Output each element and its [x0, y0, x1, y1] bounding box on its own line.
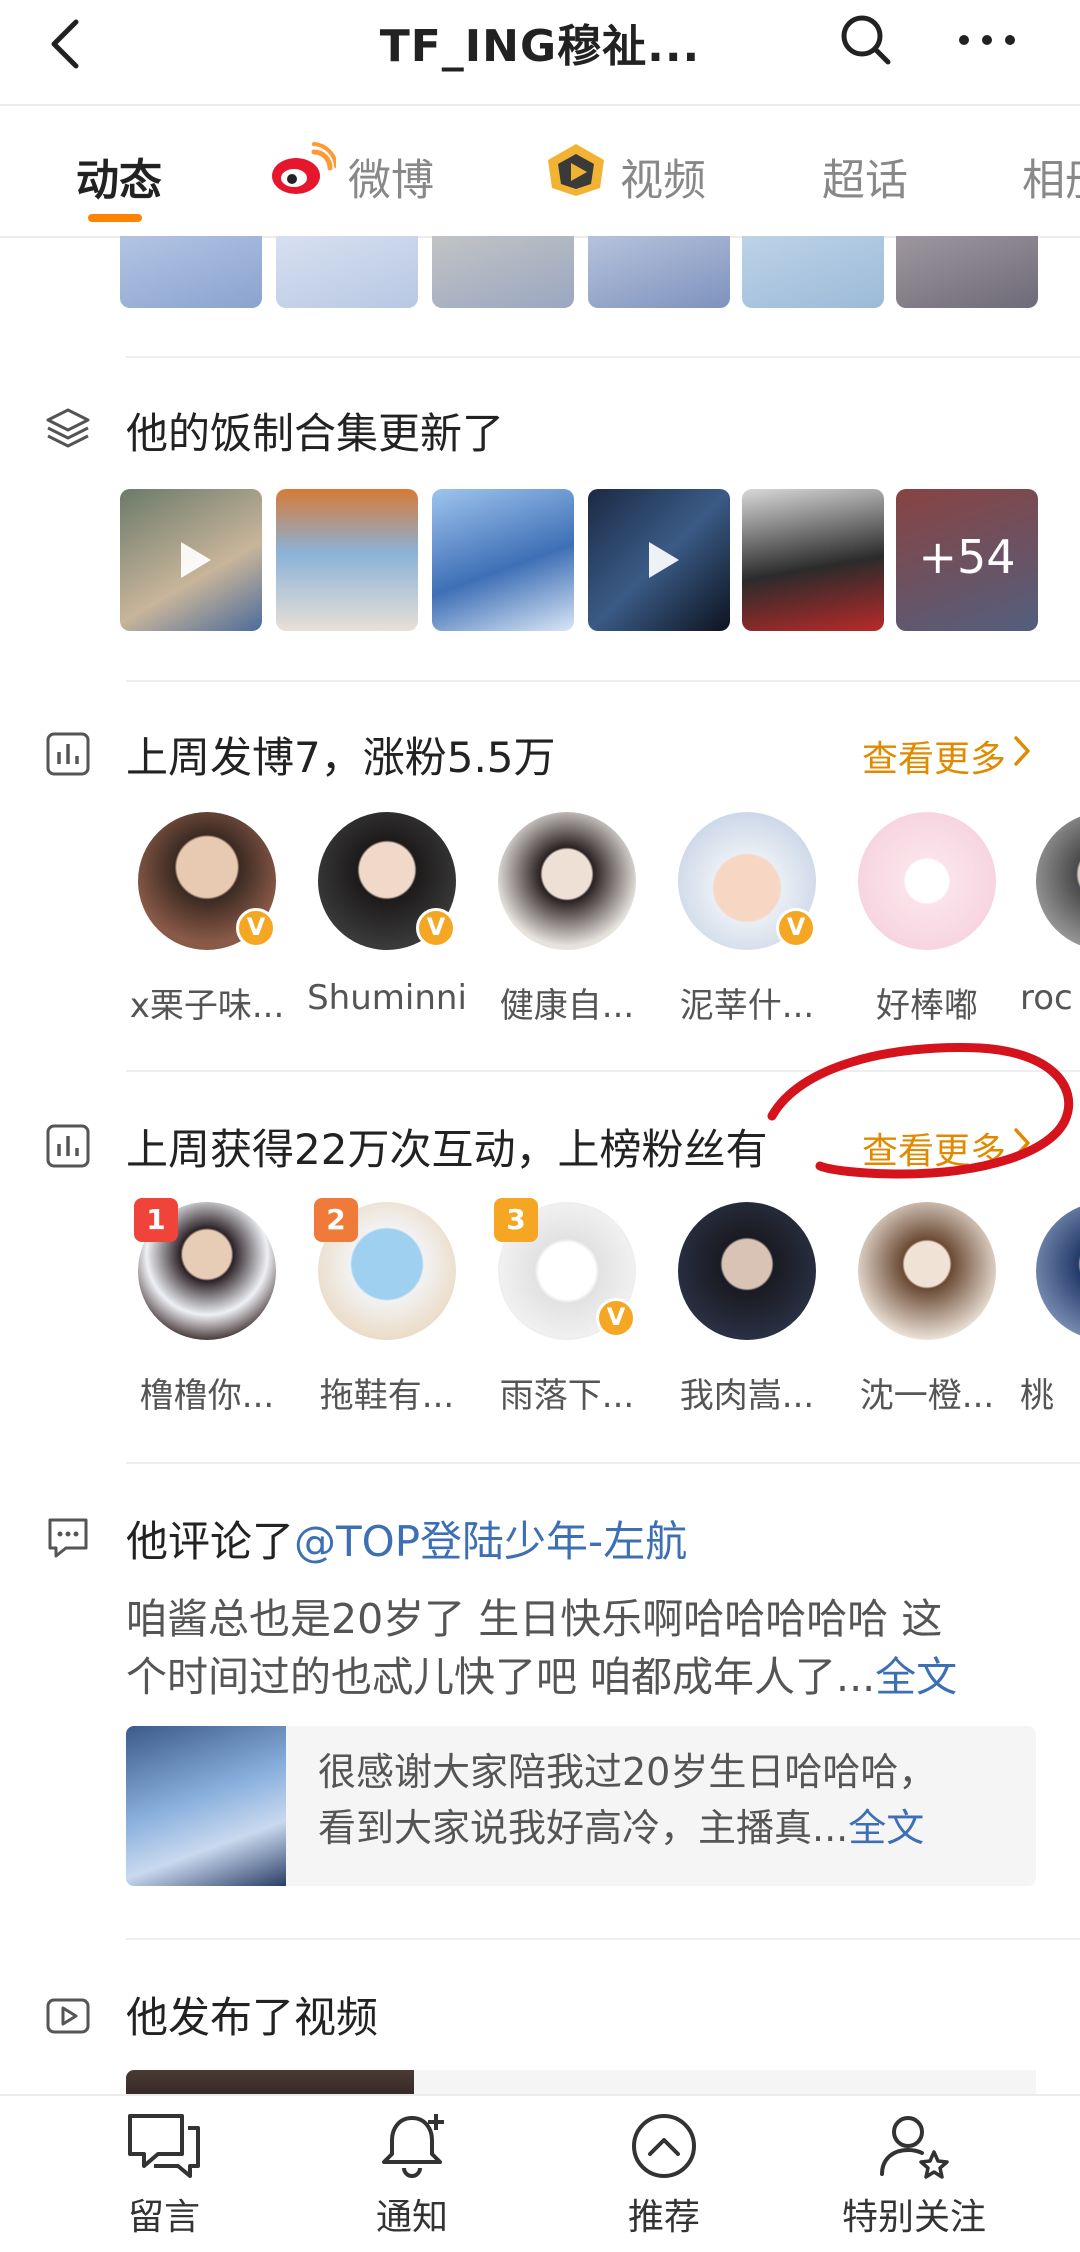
active-tab-indicator: [88, 214, 142, 222]
mention-link[interactable]: @TOP登陆少年-左航: [294, 1517, 687, 1566]
comment-line-2: 个时间过的也忒儿快了吧 咱都成年人了...: [126, 1653, 876, 1701]
tab-album[interactable]: 相册: [1022, 146, 1080, 208]
photo-thumbnail[interactable]: [588, 236, 730, 308]
more-count: +54: [918, 530, 1016, 584]
photo-thumbnail-more[interactable]: +54: [896, 489, 1038, 631]
profile-tabs: 动态 微博 视频 超话 相册: [0, 106, 1080, 236]
tab-weibo[interactable]: 微博: [348, 146, 434, 208]
video-icon: [44, 1992, 92, 2040]
more-options-icon[interactable]: [952, 10, 1022, 70]
verified-badge: V: [596, 1298, 636, 1338]
rank-badge: 3: [494, 1198, 538, 1242]
nav-message-board[interactable]: 留言: [64, 2110, 264, 2250]
tab-dynamics[interactable]: 动态: [76, 146, 162, 208]
photo-thumbnail[interactable]: [276, 236, 418, 308]
bell-plus-icon: [382, 2114, 444, 2178]
avatar[interactable]: [678, 1202, 816, 1340]
photo-thumbnail[interactable]: [896, 236, 1038, 308]
quote-full-text-link[interactable]: 全文: [848, 1806, 924, 1850]
nav-notifications[interactable]: 通知: [312, 2110, 512, 2250]
chevron-right-icon: [1012, 734, 1034, 768]
see-more-link[interactable]: 查看更多: [862, 730, 1006, 782]
user-name[interactable]: 拖鞋有...: [302, 1368, 472, 1417]
rank-badge: 1: [134, 1198, 178, 1242]
bar-chart-icon: [44, 1122, 92, 1170]
nav-label: 推荐: [627, 2197, 700, 2238]
avatar[interactable]: [858, 812, 996, 950]
video-thumbnail[interactable]: [588, 489, 730, 631]
play-icon: [649, 542, 679, 578]
quoted-post-text: 很感谢大家陪我过20岁生日哈哈哈， 看到大家说我好高冷，主播真...全文: [318, 1744, 1018, 1856]
user-name[interactable]: 橹橹你...: [122, 1368, 292, 1417]
user-name[interactable]: 雨落下...: [482, 1368, 652, 1417]
video-logo-icon: [544, 142, 608, 198]
photo-thumbnail[interactable]: [432, 489, 574, 631]
quoted-post-card[interactable]: 很感谢大家陪我过20岁生日哈哈哈， 看到大家说我好高冷，主播真...全文: [126, 1726, 1036, 1886]
comment-line-1: 咱酱总也是20岁了 生日快乐啊哈哈哈哈哈 这: [126, 1595, 943, 1643]
user-star-icon: [880, 2116, 949, 2179]
section-title: 上周获得22万次互动，上榜粉丝有: [126, 1125, 768, 1174]
user-name[interactable]: 我肉嵩...: [662, 1368, 832, 1417]
bottom-nav: 留言 通知 推荐 特别关注: [0, 2094, 1080, 2252]
video-thumbnail[interactable]: [120, 489, 262, 631]
user-name[interactable]: roc: [1020, 978, 1080, 1018]
quote-line-2: 看到大家说我好高冷，主播真...: [318, 1806, 849, 1850]
avatar[interactable]: [1036, 812, 1080, 950]
layers-icon: [44, 404, 92, 452]
section-title: 他评论了@TOP登陆少年-左航: [126, 1508, 687, 1569]
user-name[interactable]: 沈一橙...: [842, 1368, 1012, 1417]
section-title: 他发布了视频: [126, 1993, 379, 2042]
bar-chart-icon: [44, 730, 92, 778]
nav-label: 通知: [375, 2197, 448, 2238]
weibo-logo-icon: [270, 142, 338, 198]
avatar[interactable]: [498, 812, 636, 950]
photo-thumbnail[interactable]: [432, 236, 574, 308]
quoted-post-thumbnail: [126, 1726, 286, 1886]
section-title: 他的饭制合集更新了: [126, 409, 505, 458]
comment-title-prefix: 他评论了: [126, 1517, 295, 1566]
user-name[interactable]: Shuminni: [302, 978, 472, 1018]
feed-content: 他的饭制合集更新了 +54 上周发博7，涨粉5.5万 查看更多 V x栗子味..…: [0, 236, 1080, 2094]
nav-label: 留言: [127, 2197, 200, 2238]
photo-thumbnail[interactable]: [120, 236, 262, 308]
tab-video[interactable]: 视频: [620, 146, 706, 208]
photo-thumbnail[interactable]: [276, 489, 418, 631]
video-thumbnail[interactable]: [126, 2070, 414, 2094]
comment-text[interactable]: 咱酱总也是20岁了 生日快乐啊哈哈哈哈哈 这 个时间过的也忒儿快了吧 咱都成年人…: [126, 1590, 1026, 1706]
photo-thumbnail[interactable]: [742, 489, 884, 631]
verified-badge: V: [236, 908, 276, 948]
section-divider: [126, 356, 1080, 358]
section-title: 上周发博7，涨粉5.5万: [126, 733, 556, 782]
red-circle-annotation: [767, 1043, 1074, 1179]
verified-badge: V: [416, 908, 456, 948]
photo-thumbnail[interactable]: [742, 236, 884, 308]
section-divider: [126, 1462, 1080, 1464]
chevron-up-circle-icon: [632, 2114, 696, 2178]
full-text-link[interactable]: 全文: [875, 1653, 957, 1701]
user-name[interactable]: 健康自...: [482, 978, 652, 1027]
top-bar: TF_ING穆祉...: [0, 0, 1080, 104]
section-divider: [126, 1938, 1080, 1940]
search-icon[interactable]: [836, 10, 896, 70]
user-name[interactable]: 桃: [1020, 1368, 1080, 1417]
user-name[interactable]: x栗子味...: [122, 978, 292, 1027]
avatar[interactable]: [858, 1202, 996, 1340]
comment-icon: [44, 1514, 92, 1562]
section-divider: [126, 680, 1080, 682]
quote-line-1: 很感谢大家陪我过20岁生日哈哈哈，: [318, 1750, 937, 1794]
nav-recommend[interactable]: 推荐: [564, 2110, 764, 2250]
video-card-body[interactable]: [414, 2070, 1036, 2094]
nav-special-follow[interactable]: 特别关注: [814, 2110, 1014, 2250]
nav-label: 特别关注: [841, 2197, 986, 2238]
verified-badge: V: [776, 908, 816, 948]
chat-bubble-icon: [128, 2114, 200, 2178]
play-icon: [181, 542, 211, 578]
page-title: TF_ING穆祉...: [379, 21, 701, 72]
user-name[interactable]: 好棒嘟: [842, 978, 1012, 1027]
tab-super-topic[interactable]: 超话: [822, 146, 908, 208]
user-name[interactable]: 泥莘什...: [662, 978, 832, 1027]
rank-badge: 2: [314, 1198, 358, 1242]
avatar[interactable]: [1036, 1202, 1080, 1340]
